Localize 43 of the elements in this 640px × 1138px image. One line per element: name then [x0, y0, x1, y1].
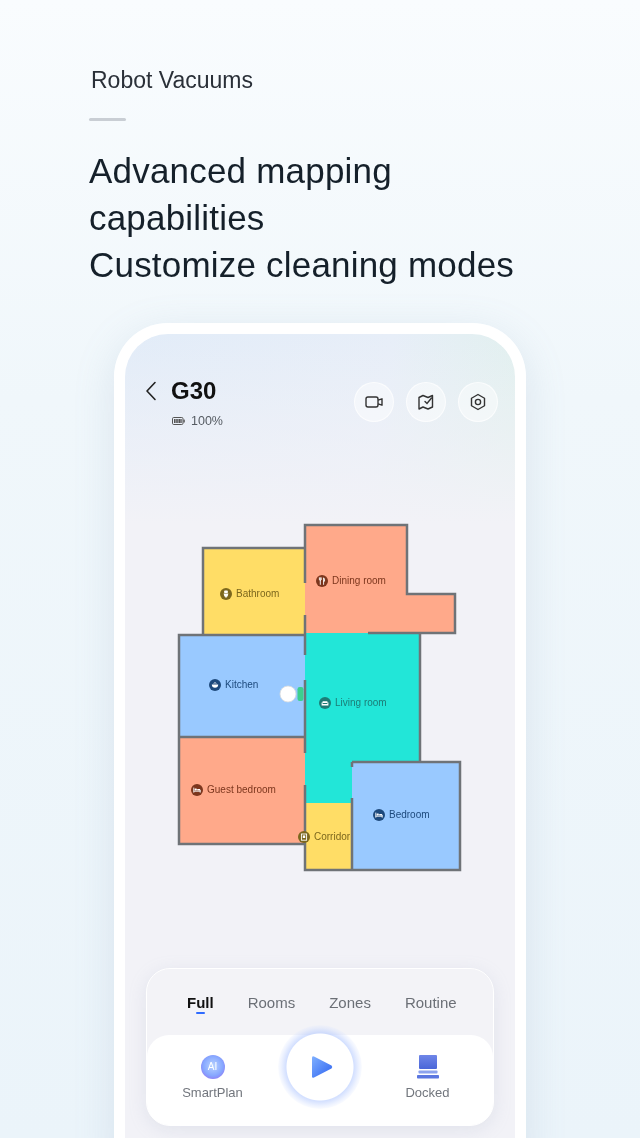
bowl-icon [209, 679, 221, 691]
mode-tab[interactable]: Rooms [247, 991, 296, 1015]
cutlery-icon [316, 575, 328, 587]
play-icon [311, 1054, 333, 1080]
smartplan-label: SmartPlan [182, 1085, 243, 1101]
sofa-icon [319, 697, 331, 709]
room-floor[interactable] [179, 634, 305, 737]
room-floor[interactable] [305, 633, 420, 803]
room-floor[interactable] [352, 762, 460, 870]
video-button[interactable] [354, 382, 394, 422]
mode-tab[interactable]: Zones [329, 991, 371, 1015]
room-label: Corridor [314, 830, 351, 844]
headline: Customize cleaning modes [89, 244, 515, 286]
docking-station-icon [416, 1055, 439, 1079]
robot-vacuum-icon [279, 685, 297, 703]
charging-dock-icon [297, 687, 304, 701]
door-icon [298, 831, 310, 843]
bed-icon [191, 784, 203, 796]
bed-icon [373, 809, 385, 821]
map-icon [416, 392, 436, 412]
room-label: Bathroom [236, 587, 280, 601]
battery-level: 100% [191, 413, 223, 429]
room-floor[interactable] [179, 737, 305, 844]
mode-tab[interactable]: Routine [404, 991, 457, 1015]
room-label: Guest bedroom [207, 783, 276, 797]
back-chevron-icon [145, 381, 157, 401]
mode-tab[interactable]: Full [187, 991, 214, 1015]
map-edit-button[interactable] [406, 382, 446, 422]
room-label: Living room [335, 696, 387, 710]
toilet-icon [220, 588, 232, 600]
dock-status-label: Docked [405, 1085, 450, 1101]
device-name: G30 [171, 376, 217, 406]
battery-icon [172, 417, 185, 425]
room-label: Bedroom [389, 808, 430, 822]
category-title: Robot Vacuums [91, 66, 254, 95]
settings-button[interactable] [458, 382, 498, 422]
room-label: Kitchen [225, 678, 259, 692]
room-floor[interactable] [203, 548, 305, 634]
settings-icon [468, 392, 488, 412]
back-button[interactable] [145, 381, 157, 401]
room-label: Dining room [332, 574, 386, 588]
room-floor[interactable] [305, 525, 455, 633]
headline: Advanced mapping capabilities [89, 150, 393, 239]
